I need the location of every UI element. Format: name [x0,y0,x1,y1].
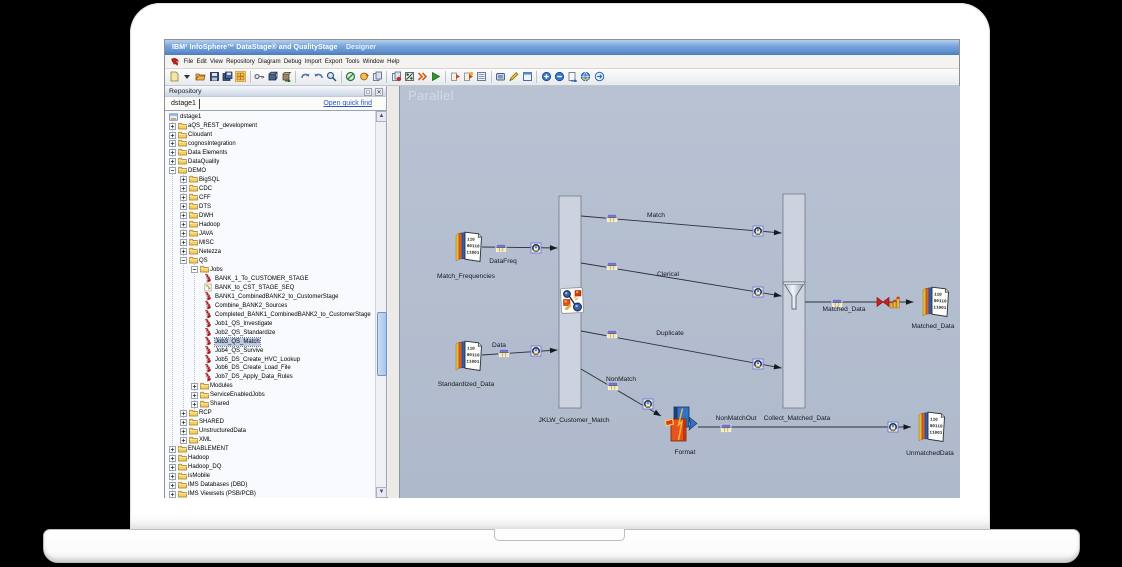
svg-text:11001: 11001 [933,305,946,310]
svg-text:Collect_Matched_Data: Collect_Matched_Data [764,415,831,422]
svg-text:11001: 11001 [466,250,479,255]
svg-text:110: 110 [930,417,938,422]
svg-text:Standardized_Data: Standardized_Data [438,381,495,388]
svg-text:00110: 00110 [934,299,947,304]
svg-text:110: 110 [467,237,475,242]
svg-text:JKLW_Customer_Match: JKLW_Customer_Match [539,417,610,424]
svg-text:Match_Frequencies: Match_Frequencies [437,273,496,280]
svg-text:110: 110 [467,346,475,351]
svg-text:Clerical: Clerical [657,271,680,278]
svg-text:00110: 00110 [930,424,943,429]
svg-text:Data: Data [492,342,506,349]
svg-text:Matched_Data: Matched_Data [823,306,866,313]
svg-text:11001: 11001 [466,359,479,364]
svg-text:110: 110 [934,292,942,297]
svg-text:Duplicate: Duplicate [656,330,684,337]
svg-text:DataFreq: DataFreq [489,258,517,265]
svg-text:Format: Format [675,449,696,456]
svg-text:NonMatchOut: NonMatchOut [716,415,757,422]
svg-text:Match: Match [647,212,665,219]
svg-text:Matched_Data: Matched_Data [912,323,955,330]
svg-text:11001: 11001 [929,430,942,435]
svg-text:00110: 00110 [467,353,480,358]
svg-text:NonMatch: NonMatch [606,376,636,383]
svg-text:UnmatchedData: UnmatchedData [906,450,954,457]
svg-text:00110: 00110 [467,244,480,249]
